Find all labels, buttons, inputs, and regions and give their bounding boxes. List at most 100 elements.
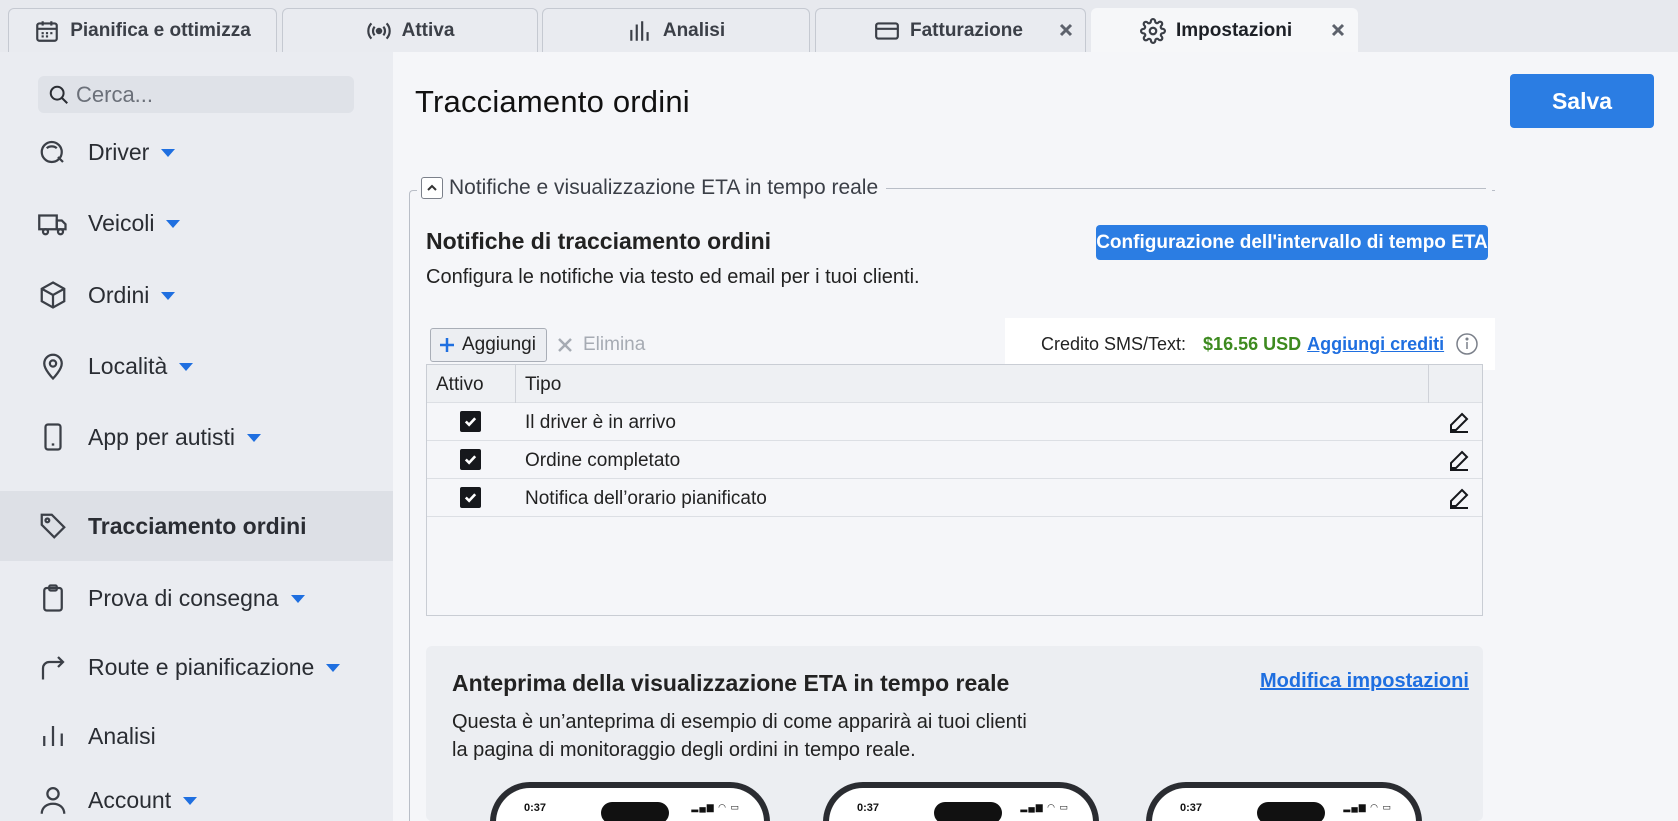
chevron-down-icon[interactable]	[161, 149, 176, 157]
sidebar-item-label: Località	[88, 352, 168, 379]
chevron-down-icon[interactable]	[290, 595, 305, 603]
section-legend-label: Notifiche e visualizzazione ETA in tempo…	[449, 176, 879, 199]
tag-icon	[40, 513, 66, 539]
sidebar-item-label: Route e pianificazione	[88, 653, 315, 680]
main-content: Tracciamento ordini Salva Notifiche e vi…	[393, 52, 1678, 821]
chevron-down-icon[interactable]	[161, 292, 176, 300]
phone-notch	[1257, 802, 1325, 821]
tab-label: Fatturazione	[910, 19, 1023, 41]
edit-icon[interactable]	[1447, 486, 1471, 510]
chevron-down-icon[interactable]	[183, 797, 198, 805]
notification-type: Ordine completato	[525, 450, 681, 471]
active-checkbox[interactable]	[460, 487, 481, 508]
notification-type: Il driver è in arrivo	[525, 412, 676, 433]
table-header: Attivo Tipo	[427, 365, 1482, 403]
phone-time: 0:37	[524, 802, 547, 814]
add-button[interactable]: Aggiungi	[430, 328, 547, 362]
search-icon	[49, 85, 68, 104]
gear-icon	[1140, 17, 1166, 44]
signal-icon: ▂▄▆ ◠ ▭	[691, 802, 740, 812]
save-button[interactable]: Salva	[1510, 74, 1654, 128]
notifications-description: Configura le notifiche via testo ed emai…	[426, 266, 920, 288]
sidebar-item-prova-consegna[interactable]: Prova di consegna	[0, 563, 393, 633]
credit-value: $16.56 USD	[1203, 333, 1302, 354]
collapse-toggle[interactable]	[421, 177, 443, 199]
chevron-down-icon[interactable]	[179, 363, 194, 371]
tab-fatturazione[interactable]: Fatturazione	[815, 8, 1086, 52]
signal-icon: ▂▄▆ ◠ ▭	[1020, 802, 1069, 812]
analytics-icon	[43, 726, 63, 746]
sidebar-item-label: Tracciamento ordini	[88, 512, 307, 539]
close-icon	[558, 338, 572, 352]
chevron-down-icon[interactable]	[166, 220, 181, 228]
column-header-active[interactable]: Attivo	[436, 374, 484, 396]
sidebar-item-label: App per autisti	[88, 423, 236, 450]
delete-button[interactable]: Elimina	[557, 328, 645, 362]
tab-impostazioni[interactable]: Impostazioni	[1091, 8, 1358, 52]
sidebar-item-label: Ordini	[88, 281, 150, 308]
info-icon[interactable]	[1455, 332, 1479, 356]
tab-attiva[interactable]: Attiva	[282, 8, 538, 52]
add-button-label: Aggiungi	[462, 334, 536, 355]
sms-credit-box: Credito SMS/Text: $16.56 USD Aggiungi cr…	[1005, 318, 1495, 370]
edit-icon[interactable]	[1447, 410, 1471, 434]
phone-mockup: 0:37 ▂▄▆ ◠ ▭	[490, 782, 770, 821]
active-checkbox[interactable]	[460, 449, 481, 470]
sidebar-item-account[interactable]: Account	[0, 765, 393, 821]
preview-description-line: Questa è un’anteprima di esempio di come…	[452, 711, 1027, 733]
phone-time: 0:37	[1180, 802, 1203, 814]
sidebar-item-ordini[interactable]: Ordini	[0, 260, 393, 330]
sidebar-item-app-autisti[interactable]: App per autisti	[0, 402, 393, 472]
table-row[interactable]: Notifica dell’orario pianificato	[427, 479, 1482, 517]
sidebar-item-driver[interactable]: Driver	[0, 117, 393, 187]
sidebar-item-analisi[interactable]: Analisi	[0, 701, 393, 771]
edit-icon[interactable]	[1447, 448, 1471, 472]
sidebar-item-veicoli[interactable]: Veicoli	[0, 188, 393, 258]
tab-label: Attiva	[401, 19, 455, 41]
package-icon	[40, 281, 66, 309]
route-icon	[41, 656, 65, 680]
credit-label: Credito SMS/Text:	[1041, 333, 1187, 354]
plus-icon	[440, 338, 454, 352]
eta-preview-panel: Anteprima della visualizzazione ETA in t…	[426, 646, 1483, 821]
sidebar-item-label: Driver	[88, 138, 150, 165]
bar-chart-icon	[630, 20, 649, 41]
active-checkbox[interactable]	[460, 411, 481, 432]
calendar-icon	[36, 20, 59, 42]
map-pin-icon	[43, 353, 63, 381]
tab-label: Pianifica e ottimizza	[70, 19, 251, 41]
phone-mockup: 0:37 ▂▄▆ ◠ ▭	[823, 782, 1099, 821]
eta-interval-button[interactable]: Configurazione dell'intervallo di tempo …	[1096, 225, 1488, 260]
tab-pianifica[interactable]: Pianifica e ottimizza	[8, 8, 277, 52]
notifications-table: Attivo Tipo Il driver è in arrivo Ordine…	[426, 364, 1483, 616]
tab-analisi[interactable]: Analisi	[542, 8, 810, 52]
table-row[interactable]: Ordine completato	[427, 441, 1482, 479]
sidebar-item-label: Account	[88, 786, 172, 813]
user-icon	[40, 787, 66, 814]
sidebar-item-label: Prova di consegna	[88, 584, 279, 611]
divider	[886, 187, 1487, 189]
chevron-up-icon	[427, 184, 437, 191]
search-input[interactable]	[76, 81, 336, 108]
sidebar-item-localita[interactable]: Località	[0, 331, 393, 401]
sidebar-item-tracciamento-ordini[interactable]: Tracciamento ordini	[0, 491, 393, 561]
tab-label: Analisi	[662, 19, 726, 41]
credit-card-icon	[875, 21, 899, 40]
phone-mockup: 0:37 ▂▄▆ ◠ ▭	[1146, 782, 1422, 821]
edit-settings-link[interactable]: Modifica impostazioni	[1260, 670, 1469, 693]
tab-bar: Pianifica e ottimizza Attiva Analisi Fat…	[0, 0, 1678, 52]
chevron-down-icon[interactable]	[247, 434, 262, 442]
column-header-type[interactable]: Tipo	[525, 374, 561, 396]
notification-type: Notifica dell’orario pianificato	[525, 488, 767, 509]
sidebar: Driver Veicoli Ordini Località App per a…	[0, 52, 393, 821]
close-icon[interactable]	[1327, 19, 1349, 41]
truck-icon	[38, 214, 67, 236]
close-icon[interactable]	[1055, 19, 1077, 41]
table-row[interactable]: Il driver è in arrivo	[427, 403, 1482, 441]
chevron-down-icon[interactable]	[326, 664, 341, 672]
clipboard-icon	[43, 584, 63, 612]
signal-icon: ▂▄▆ ◠ ▭	[1343, 802, 1392, 812]
column-divider	[515, 365, 516, 403]
add-credits-link[interactable]: Aggiungi crediti	[1307, 334, 1444, 355]
sidebar-item-route[interactable]: Route e pianificazione	[0, 632, 393, 702]
